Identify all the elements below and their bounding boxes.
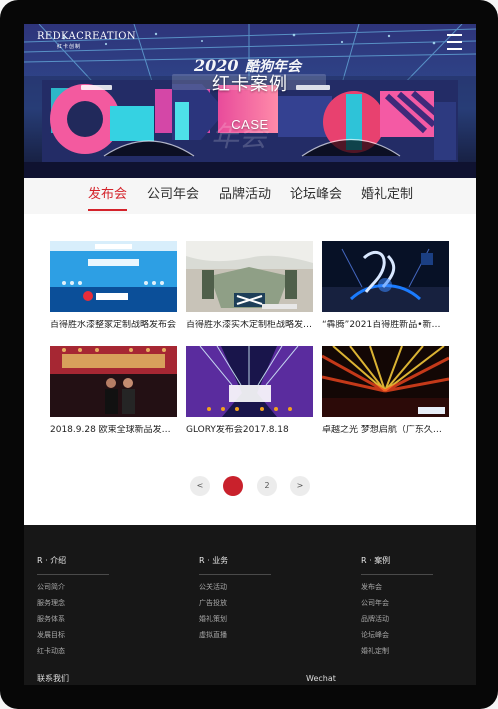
footer-link-virtual-live[interactable]: 虚拟直播 (199, 631, 227, 640)
footer-link-brand-activity[interactable]: 品牌活动 (361, 615, 389, 624)
case-photo-night-stage (322, 241, 449, 312)
case-title[interactable]: 百得胜水漆实木定制柜战略发布会 (186, 320, 313, 331)
case-title[interactable]: GLORY发布会2017.8.18 (186, 425, 313, 436)
footer-intro-heading: R · 介绍 (37, 556, 67, 565)
footer-link-forum-summit[interactable]: 论坛峰会 (361, 631, 389, 640)
brand-logo-subtitle: 红卡创制 (57, 44, 82, 50)
menu-line-middle (447, 41, 462, 43)
hamburger-menu-icon[interactable] (447, 34, 462, 51)
footer-link-pr-events[interactable]: 公关活动 (199, 583, 227, 592)
menu-line-bottom (447, 48, 462, 50)
pagination-previous-button[interactable]: < (190, 476, 210, 496)
case-card[interactable]: 卓越之光 梦想启航（广东久量股份有限公司） (322, 346, 449, 441)
footer-contact-heading: 联系我们 (37, 674, 69, 683)
tab-forum-summit[interactable]: 论坛峰会 (290, 186, 342, 203)
footer-link-redka-news[interactable]: 红卡动态 (37, 647, 65, 656)
page-subtitle: CASE (231, 117, 269, 132)
footer-divider (361, 574, 433, 575)
footer-business-heading: R · 业务 (199, 556, 229, 565)
case-photo-forum-stage (50, 241, 177, 312)
footer-link-wedding-planning[interactable]: 婚礼策划 (199, 615, 227, 624)
tab-company-annual-meeting[interactable]: 公司年会 (147, 186, 199, 203)
tab-brand-activity[interactable]: 品牌活动 (219, 186, 271, 203)
brand-logo-text[interactable]: REDKACREATION (37, 32, 136, 42)
case-title[interactable]: 2018.9.28 欧束全球新品发布会 (50, 425, 177, 436)
website-screen: 2020 酷狗年会 年会 REDKACREATION 红卡创制 红卡案例 CAS… (24, 24, 476, 685)
case-photo-laser-stage (322, 346, 449, 417)
case-card[interactable]: GLORY发布会2017.8.18 (186, 346, 313, 441)
footer-link-annual-meeting[interactable]: 公司年会 (361, 599, 389, 608)
footer-divider (199, 574, 271, 575)
case-title[interactable]: 卓越之光 梦想启航（广东久量股份有限公司） (322, 425, 449, 436)
tab-launch-event[interactable]: 发布会 (88, 186, 128, 211)
footer-link-launch-event[interactable]: 发布会 (361, 583, 382, 592)
case-card[interactable]: 百得胜水漆整家定制战略发布会 (50, 241, 177, 336)
case-photo-light-show (186, 346, 313, 417)
footer-wechat-heading: Wechat (306, 674, 336, 683)
case-photo-showroom (186, 241, 313, 312)
case-hero-banner: 2020 酷狗年会 年会 REDKACREATION 红卡创制 红卡案例 CAS… (24, 24, 476, 178)
pagination-page-2[interactable]: 2 (257, 476, 277, 496)
case-card[interactable]: 百得胜水漆实木定制柜战略发布会 (186, 241, 313, 336)
case-title[interactable]: 百得胜水漆整家定制战略发布会 (50, 320, 177, 331)
tab-wedding-custom[interactable]: 婚礼定制 (361, 186, 413, 203)
case-card[interactable]: 2018.9.28 欧束全球新品发布会 (50, 346, 177, 441)
tablet-frame: 2020 酷狗年会 年会 REDKACREATION 红卡创制 红卡案例 CAS… (0, 0, 498, 709)
case-title[interactable]: “犇腾”2021百得胜新品•新零售战略发布会 (322, 320, 449, 331)
event-stage-banner-image: 2020 酷狗年会 年会 (24, 24, 476, 178)
footer-link-wedding-custom[interactable]: 婚礼定制 (361, 647, 389, 656)
case-category-tabs: 发布会 公司年会 品牌活动 论坛峰会 婚礼定制 (24, 178, 476, 214)
footer-link-service-concept[interactable]: 服务理念 (37, 599, 65, 608)
footer-cases-heading: R · 案例 (361, 556, 391, 565)
site-footer: R · 介绍 公司简介 服务理念 服务体系 发展目标 红卡动态 R · 业务 公… (24, 525, 476, 685)
menu-line-top (447, 34, 462, 36)
pagination-next-button[interactable]: > (290, 476, 310, 496)
footer-link-company-profile[interactable]: 公司简介 (37, 583, 65, 592)
footer-divider (37, 574, 109, 575)
pagination-current-page[interactable] (223, 476, 243, 496)
case-card[interactable]: “犇腾”2021百得胜新品•新零售战略发布会 (322, 241, 449, 336)
footer-link-advertising[interactable]: 广告投放 (199, 599, 227, 608)
case-photo-red-stage (50, 346, 177, 417)
footer-link-service-system[interactable]: 服务体系 (37, 615, 65, 624)
footer-link-development-goals[interactable]: 发展目标 (37, 631, 65, 640)
page-title: 红卡案例 (212, 74, 288, 95)
